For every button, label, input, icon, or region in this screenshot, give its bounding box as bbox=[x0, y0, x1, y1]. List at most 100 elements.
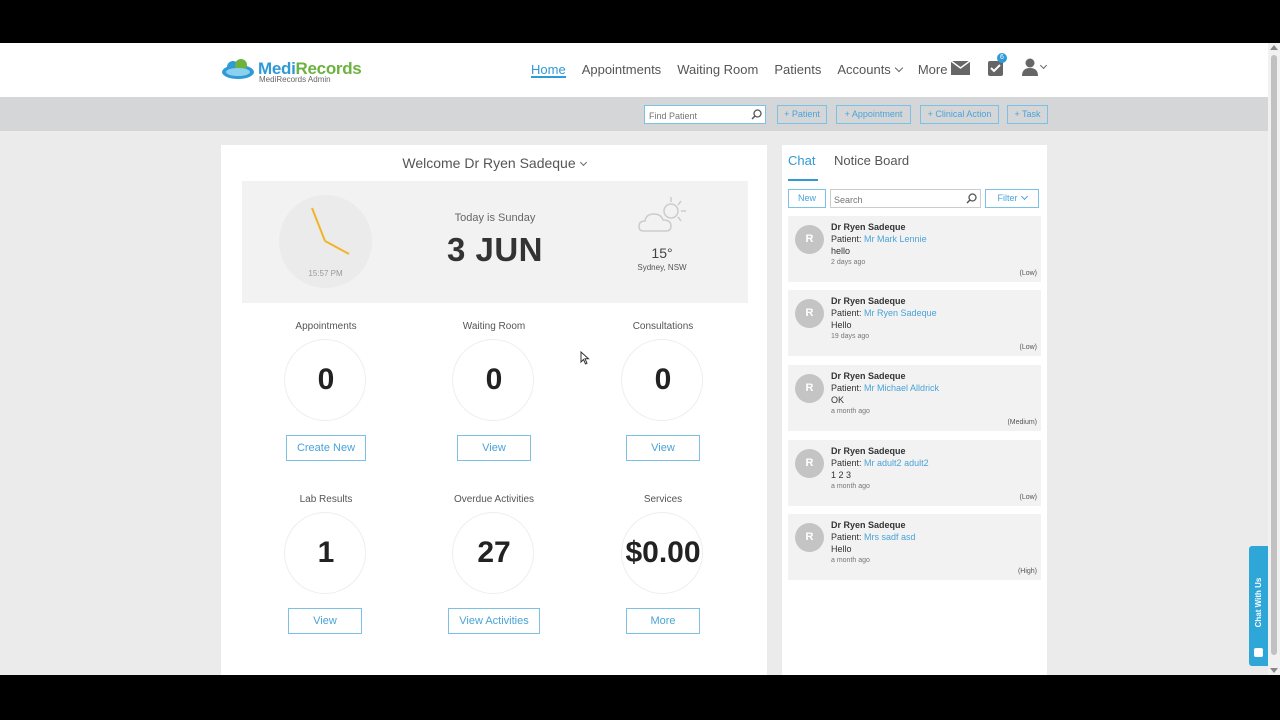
chat-message[interactable]: R Dr Ryen Sadeque Patient: Mr adult2 adu… bbox=[788, 440, 1041, 506]
patient-link[interactable]: Mr Ryen Sadeque bbox=[864, 308, 937, 318]
filter-label: Filter bbox=[997, 193, 1018, 203]
more-services-button[interactable]: More bbox=[626, 608, 700, 634]
message-time: 19 days ago bbox=[831, 333, 870, 340]
add-patient-button[interactable]: + Patient bbox=[777, 105, 827, 124]
chat-panel: Chat Notice Board New Filter R Dr Ryen S… bbox=[782, 145, 1047, 675]
active-tab-underline bbox=[788, 179, 818, 181]
tab-notice-board[interactable]: Notice Board bbox=[834, 153, 909, 168]
welcome-dropdown[interactable]: Welcome Dr Ryen Sadeque bbox=[221, 155, 767, 171]
message-time: a month ago bbox=[831, 483, 870, 490]
tasks-badge: 6 bbox=[997, 53, 1007, 63]
partly-cloudy-icon bbox=[638, 197, 686, 232]
search-icon[interactable] bbox=[751, 109, 762, 120]
mouse-cursor-icon bbox=[580, 351, 590, 365]
patient-prefix: Patient: bbox=[831, 532, 862, 542]
chevron-down-icon[interactable] bbox=[1039, 61, 1048, 70]
avatar: R bbox=[795, 449, 824, 478]
view-activities-button[interactable]: View Activities bbox=[448, 608, 540, 634]
mail-icon[interactable] bbox=[951, 61, 970, 75]
message-text: Hello bbox=[831, 320, 852, 330]
scrollbar-thumb[interactable] bbox=[1271, 55, 1277, 655]
message-text: OK bbox=[831, 395, 845, 405]
patient-prefix: Patient: bbox=[831, 308, 862, 318]
chat-search-input[interactable] bbox=[831, 191, 962, 209]
message-time: a month ago bbox=[831, 557, 870, 564]
stat-label: Services bbox=[643, 494, 683, 505]
avatar: R bbox=[795, 374, 824, 403]
patient-prefix: Patient: bbox=[831, 383, 862, 393]
chevron-down-icon bbox=[579, 158, 587, 167]
chat-message[interactable]: R Dr Ryen Sadeque Patient: Mr Ryen Sadeq… bbox=[788, 290, 1041, 356]
nav-item-waiting-room[interactable]: Waiting Room bbox=[677, 43, 758, 78]
view-lab-results-button[interactable]: View bbox=[288, 608, 362, 634]
message-priority: (Low) bbox=[1019, 494, 1037, 501]
nav-item-accounts[interactable]: Accounts bbox=[837, 43, 904, 78]
nav-item-accounts-label: Accounts bbox=[837, 62, 891, 77]
avatar: R bbox=[795, 225, 824, 254]
clock-time: 15:57 PM bbox=[308, 269, 343, 278]
chat-search-field[interactable] bbox=[830, 189, 981, 209]
message-text: Hello bbox=[831, 544, 852, 554]
add-task-button[interactable]: + Task bbox=[1007, 105, 1048, 124]
chat-message[interactable]: R Dr Ryen Sadeque Patient: Mr Mark Lenni… bbox=[788, 216, 1041, 282]
scroll-down-arrow-icon[interactable] bbox=[1270, 668, 1278, 673]
nav-item-patients[interactable]: Patients bbox=[774, 43, 821, 78]
tab-chat[interactable]: Chat bbox=[788, 153, 815, 168]
message-patient: Patient: Mr Mark Lennie bbox=[831, 234, 927, 244]
message-sender: Dr Ryen Sadeque bbox=[831, 296, 906, 306]
find-patient-input[interactable] bbox=[645, 107, 749, 125]
avatar: R bbox=[795, 523, 824, 552]
chat-with-us-widget[interactable]: Chat With Us bbox=[1249, 546, 1268, 666]
cloud-logo-icon bbox=[222, 59, 254, 79]
quick-action-bar: + Patient + Appointment + Clinical Actio… bbox=[0, 97, 1268, 131]
welcome-text: Welcome Dr Ryen Sadeque bbox=[402, 155, 576, 171]
patient-link[interactable]: Mr Michael Alldrick bbox=[864, 383, 939, 393]
message-text: 1 2 3 bbox=[831, 470, 852, 480]
chat-message[interactable]: R Dr Ryen Sadeque Patient: Mrs sadf asd … bbox=[788, 514, 1041, 580]
chevron-down-icon bbox=[1020, 192, 1028, 201]
chat-controls: New Filter bbox=[788, 189, 1040, 209]
main-nav: Home Appointments Waiting Room Patients … bbox=[531, 43, 974, 97]
chat-tabs: Chat Notice Board bbox=[788, 145, 1038, 181]
stat-value: 0 bbox=[485, 363, 503, 396]
avatar: R bbox=[795, 299, 824, 328]
message-patient: Patient: Mr Michael Alldrick bbox=[831, 383, 939, 393]
message-time: a month ago bbox=[831, 408, 870, 415]
view-waiting-room-button[interactable]: View bbox=[457, 435, 531, 461]
page-scrollbar[interactable] bbox=[1268, 43, 1280, 675]
message-priority: (Medium) bbox=[1007, 419, 1037, 426]
chat-bubble-icon bbox=[1254, 648, 1263, 657]
find-patient-field[interactable] bbox=[644, 105, 766, 125]
stat-value: 27 bbox=[477, 536, 511, 569]
message-priority: (High) bbox=[1017, 568, 1037, 575]
new-chat-button[interactable]: New bbox=[788, 189, 826, 208]
stat-label: Appointments bbox=[295, 321, 357, 332]
patient-link[interactable]: Mr Mark Lennie bbox=[864, 234, 927, 244]
user-icon[interactable] bbox=[1022, 58, 1038, 76]
patient-link[interactable]: Mr adult2 adult2 bbox=[864, 458, 929, 468]
info-box: 15:57 PM Today is Sunday 3 JUN 15° Sydne… bbox=[242, 181, 748, 303]
chat-with-us-label: Chat With Us bbox=[1254, 577, 1263, 628]
stat-label: Consultations bbox=[632, 321, 694, 332]
message-patient: Patient: Mr Ryen Sadeque bbox=[831, 308, 937, 318]
chat-message[interactable]: R Dr Ryen Sadeque Patient: Mr Michael Al… bbox=[788, 365, 1041, 431]
add-appointment-button[interactable]: + Appointment bbox=[836, 105, 911, 124]
search-icon[interactable] bbox=[966, 193, 977, 204]
brand-subtitle: MediRecords Admin bbox=[259, 75, 331, 84]
message-patient: Patient: Mrs sadf asd bbox=[831, 532, 916, 542]
add-clinical-action-button[interactable]: + Clinical Action bbox=[920, 105, 999, 124]
nav-item-home[interactable]: Home bbox=[531, 43, 566, 78]
create-new-appointment-button[interactable]: Create New bbox=[286, 435, 366, 461]
patient-prefix: Patient: bbox=[831, 234, 862, 244]
view-consultations-button[interactable]: View bbox=[626, 435, 700, 461]
temperature: 15° bbox=[651, 245, 673, 261]
scroll-up-arrow-icon[interactable] bbox=[1270, 45, 1278, 50]
nav-item-more-label: More bbox=[917, 62, 948, 77]
stat-label: Waiting Room bbox=[462, 321, 526, 332]
patient-link[interactable]: Mrs sadf asd bbox=[864, 532, 916, 542]
dashboard-panel: Welcome Dr Ryen Sadeque 15:57 PM Today i… bbox=[221, 145, 767, 675]
filter-dropdown[interactable]: Filter bbox=[985, 189, 1039, 208]
nav-item-appointments[interactable]: Appointments bbox=[582, 43, 662, 78]
message-priority: (Low) bbox=[1019, 344, 1037, 351]
message-time: 2 days ago bbox=[831, 259, 866, 266]
